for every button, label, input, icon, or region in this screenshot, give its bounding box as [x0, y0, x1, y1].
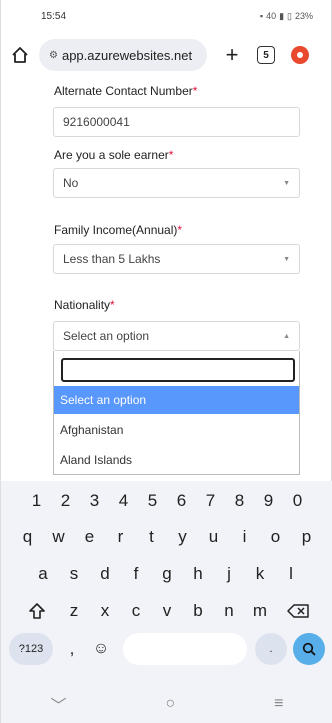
browser-toolbar: ⚙ app.azurewebsites.net + 5 — [1, 34, 332, 76]
key[interactable]: e — [74, 521, 105, 553]
search-key[interactable] — [293, 633, 325, 665]
family-income-label: Family Income(Annual)* — [54, 223, 183, 237]
dropdown-option[interactable]: Aland Islands — [54, 446, 299, 474]
key[interactable]: k — [245, 558, 276, 590]
shift-icon — [28, 603, 45, 619]
shift-key[interactable] — [15, 595, 59, 627]
home-circle-icon[interactable]: ○ — [165, 695, 175, 713]
bars-icon: ▮ — [279, 10, 285, 21]
sole-earner-value: No — [63, 176, 79, 190]
key[interactable]: o — [260, 521, 291, 553]
chevron-down-icon: ▼ — [283, 256, 290, 263]
key[interactable]: t — [136, 521, 167, 553]
key[interactable]: b — [183, 595, 214, 627]
menu-icon[interactable]: ≡ — [274, 695, 283, 713]
key[interactable]: g — [152, 558, 183, 590]
nationality-value: Select an option — [63, 329, 150, 343]
chevron-down-icon: ▼ — [283, 180, 290, 187]
key[interactable]: 7 — [196, 485, 225, 517]
site-info-icon[interactable]: ⚙ — [49, 50, 58, 61]
status-bar: 15:54 ▪ 40 ▮ ▯ 23% — [1, 0, 332, 32]
key[interactable]: m — [245, 595, 276, 627]
key[interactable]: u — [198, 521, 229, 553]
key[interactable]: j — [214, 558, 245, 590]
keyboard-row-numbers: 1 2 3 4 5 6 7 8 9 0 — [1, 485, 332, 517]
emoji-icon: ☺ — [92, 640, 110, 657]
signal-strength: 40 — [266, 11, 277, 21]
symbols-key[interactable]: ?123 — [9, 633, 53, 665]
key[interactable]: 9 — [254, 485, 283, 517]
key[interactable]: w — [43, 521, 74, 553]
key[interactable]: v — [152, 595, 183, 627]
key[interactable]: n — [214, 595, 245, 627]
new-tab-button[interactable]: + — [219, 44, 245, 66]
key[interactable]: 8 — [225, 485, 254, 517]
key[interactable]: 6 — [167, 485, 196, 517]
chevron-down-icon[interactable]: ﹀ — [50, 692, 66, 716]
emoji-key[interactable]: ☺ — [87, 633, 115, 665]
key[interactable]: s — [59, 558, 90, 590]
nationality-dropdown: Select an option Afghanistan Aland Islan… — [53, 351, 300, 475]
phone-frame: 15:54 ▪ 40 ▮ ▯ 23% ⚙ app.azurewebsites.n… — [0, 0, 332, 723]
space-key[interactable] — [123, 633, 247, 665]
dropdown-option[interactable]: Select an option — [54, 386, 299, 414]
key[interactable]: 2 — [51, 485, 80, 517]
dropdown-option[interactable]: Afghanistan — [54, 416, 299, 444]
key[interactable]: 3 — [80, 485, 109, 517]
key[interactable]: l — [276, 558, 307, 590]
sole-earner-select[interactable]: No ▼ — [53, 168, 300, 198]
key[interactable]: x — [90, 595, 121, 627]
dropdown-search-input[interactable] — [61, 358, 295, 382]
home-icon[interactable] — [9, 44, 31, 66]
alt-contact-input[interactable]: 9216000041 — [53, 107, 300, 137]
backspace-key[interactable] — [276, 595, 320, 627]
comma-key[interactable]: , — [57, 633, 87, 665]
battery-icon: ▯ — [287, 10, 292, 21]
key[interactable]: i — [229, 521, 260, 553]
key[interactable]: r — [105, 521, 136, 553]
system-nav-bar: ﹀ ○ ≡ — [1, 685, 332, 723]
alt-contact-label: Alternate Contact Number* — [54, 84, 198, 98]
keyboard-row-top: q w e r t y u i o p — [1, 521, 332, 553]
extension-icon[interactable] — [291, 46, 309, 64]
url-text: app.azurewebsites.net — [61, 47, 193, 63]
status-time: 15:54 — [41, 10, 67, 22]
address-bar[interactable]: ⚙ app.azurewebsites.net — [39, 39, 207, 71]
key[interactable]: y — [167, 521, 198, 553]
signal-icon: ▪ — [259, 11, 264, 21]
key[interactable]: p — [291, 521, 322, 553]
key[interactable]: c — [121, 595, 152, 627]
alt-contact-value: 9216000041 — [63, 115, 130, 129]
key[interactable]: h — [183, 558, 214, 590]
period-key[interactable]: . — [255, 633, 287, 665]
battery-level: 23% — [294, 11, 313, 21]
nationality-select[interactable]: Select an option ▲ — [53, 321, 300, 351]
key[interactable]: d — [90, 558, 121, 590]
keyboard-row-action: ?123 , ☺ . — [1, 633, 332, 665]
key[interactable]: 4 — [109, 485, 138, 517]
family-income-value: Less than 5 Lakhs — [63, 252, 161, 266]
nationality-label: Nationality* — [54, 298, 115, 312]
keyboard-row-bottom: z x c v b n m — [1, 595, 332, 627]
key[interactable]: z — [59, 595, 90, 627]
status-icons: ▪ 40 ▮ ▯ 23% — [260, 11, 313, 22]
key[interactable]: a — [28, 558, 59, 590]
tab-switcher-button[interactable]: 5 — [257, 46, 275, 64]
sole-earner-label: Are you a sole earner* — [54, 148, 174, 162]
backspace-icon — [286, 604, 309, 618]
key[interactable]: q — [12, 521, 43, 553]
key[interactable]: 0 — [283, 485, 312, 517]
family-income-select[interactable]: Less than 5 Lakhs ▼ — [53, 244, 300, 274]
chevron-up-icon: ▲ — [283, 333, 290, 340]
search-icon — [302, 642, 316, 656]
key[interactable]: 5 — [138, 485, 167, 517]
key[interactable]: 1 — [22, 485, 51, 517]
keyboard-row-middle: a s d f g h j k l — [1, 558, 332, 590]
key[interactable]: f — [121, 558, 152, 590]
